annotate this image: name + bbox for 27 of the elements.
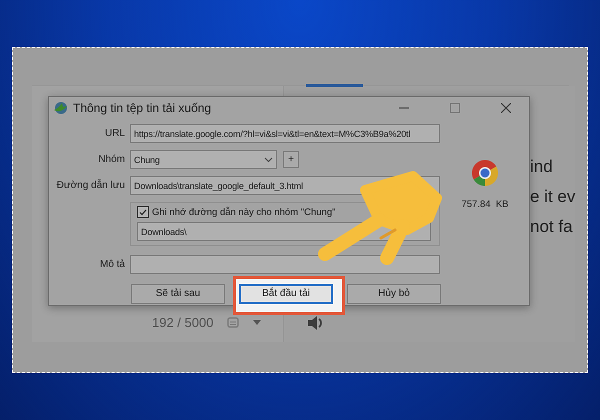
field-label: Nhóm [97,154,126,165]
speaker-icon[interactable] [306,314,324,332]
maximize-icon [450,103,460,113]
chevron-icon [264,156,273,162]
dialog-button[interactable]: Sẽ tải sau [131,284,225,304]
group-dropdown[interactable]: Chung [130,150,277,169]
text-line: not fa [530,216,573,238]
globe-icon [53,101,68,115]
window-title: Thông tin tệp tin tải xuống [73,101,212,115]
keyboard-icon[interactable] [227,316,240,328]
text-line: e it ev [530,186,576,208]
dialog-button[interactable]: Hủy bỏ [347,284,441,304]
field-label: URL [104,128,126,139]
input-field[interactable]: https://translate.google.com/?hl=vi&sl=vi&tl=en&text=M%C3%B9a%20tl [130,124,440,143]
field-label: Mô tả [98,259,126,270]
caret-icon[interactable] [253,320,262,324]
text-line: ind [530,156,553,178]
add-button[interactable]: + [283,151,299,168]
close-icon [501,103,511,113]
dialog-button[interactable]: Bắt đầu tải [239,284,333,304]
checkmark-icon [139,208,147,216]
field-label: Đường dẫn lưu [56,180,126,191]
file-size: 757.84 KB [461,199,508,210]
browser-logo-icon [471,159,499,187]
character-counter: 192 / 5000 [152,314,214,330]
tab-indicator [306,84,363,87]
remember-checkbox[interactable]: Ghi nhớ đường dẫn này cho nhóm "Chung" [137,206,336,218]
